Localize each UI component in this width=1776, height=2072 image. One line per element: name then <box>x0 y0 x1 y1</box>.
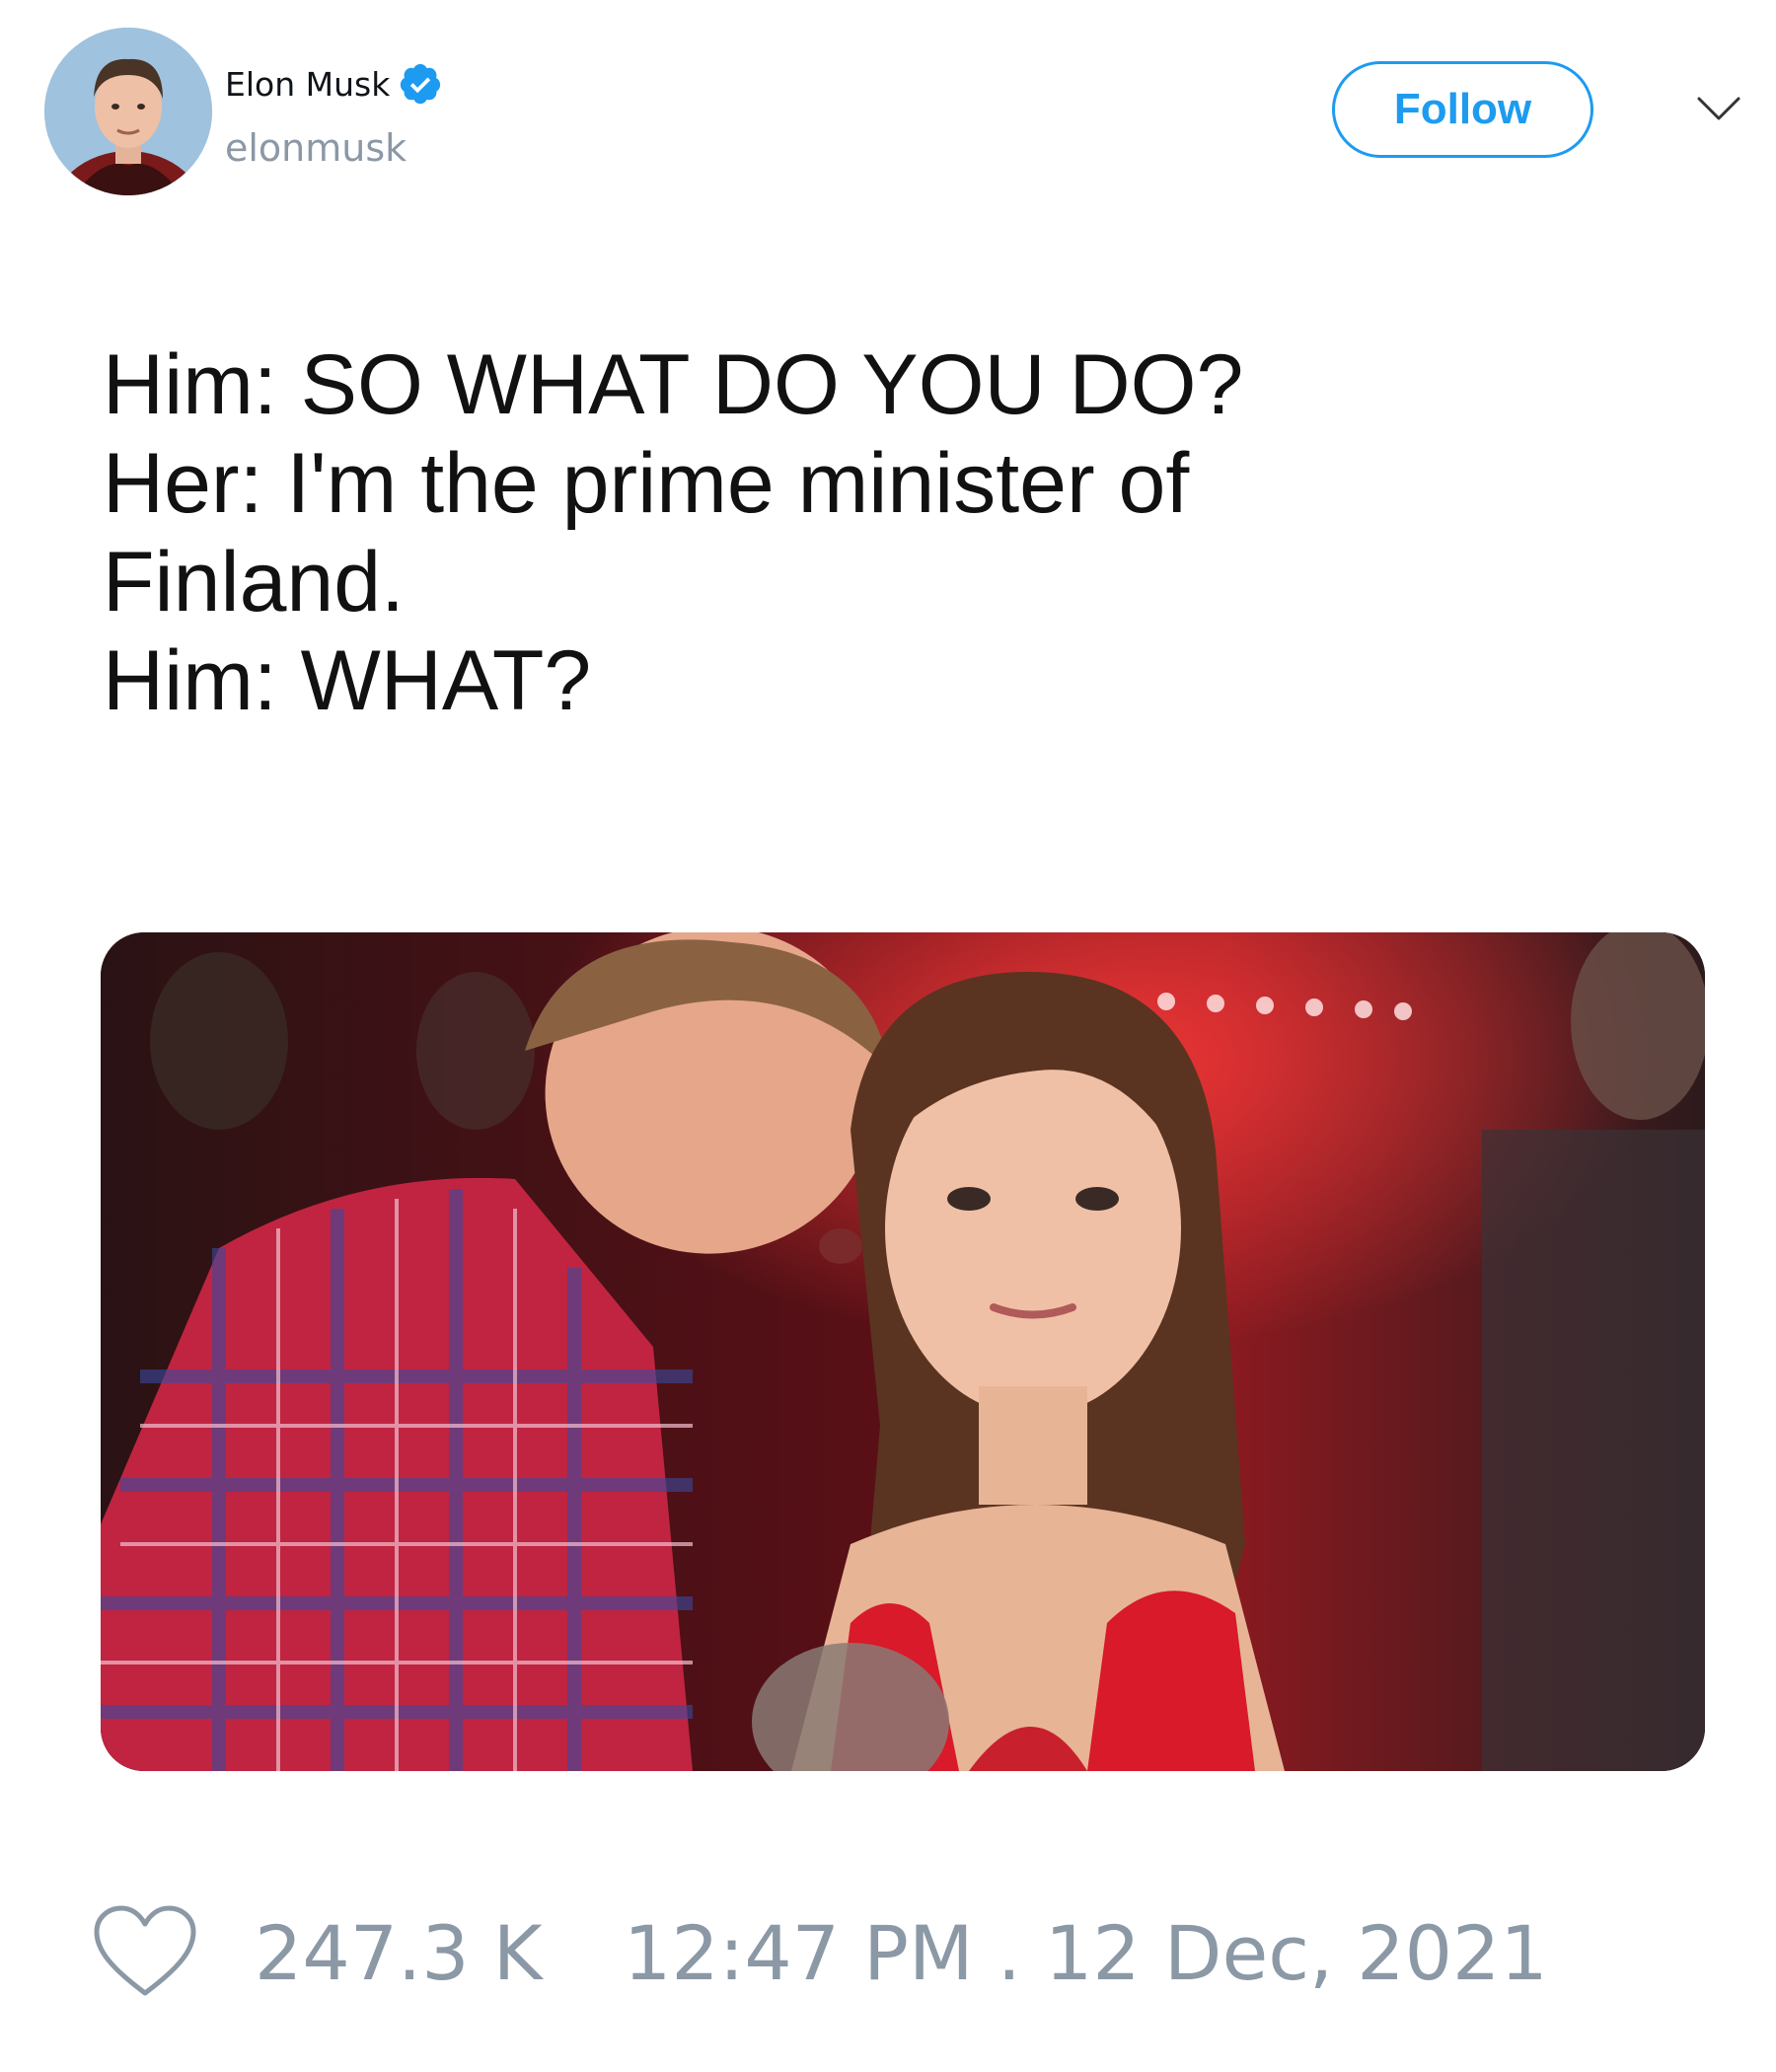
follow-button[interactable]: Follow <box>1332 61 1593 158</box>
avatar-image <box>44 28 212 195</box>
heart-icon[interactable] <box>91 1902 199 2001</box>
photo-image <box>101 932 1705 1771</box>
timestamp[interactable]: 12:47 PM . 12 Dec, 2021 <box>624 1909 1548 1997</box>
avatar[interactable] <box>44 28 212 195</box>
verified-badge-icon <box>401 63 441 105</box>
tweet-text-line: Him: WHAT? <box>103 633 592 728</box>
tweet-text-line: Him: SO WHAT DO YOU DO? <box>103 337 1244 432</box>
author-name[interactable]: Elon Musk <box>225 65 390 104</box>
tweet-photo[interactable] <box>101 932 1705 1771</box>
like-count: 247.3 K <box>255 1909 543 1997</box>
tweet-card: Elon Musk elonmusk Follow Him: SO WHAT D… <box>0 0 1776 2072</box>
tweet-text-line: Her: I'm the prime minister of <box>103 436 1190 531</box>
tweet-text: Him: SO WHAT DO YOU DO? Her: I'm the pri… <box>103 335 1642 730</box>
chevron-down-icon[interactable] <box>1695 93 1742 124</box>
tweet-text-line: Finland. <box>103 535 405 629</box>
author-handle[interactable]: elonmusk <box>225 126 407 170</box>
author-name-row[interactable]: Elon Musk <box>225 61 443 107</box>
